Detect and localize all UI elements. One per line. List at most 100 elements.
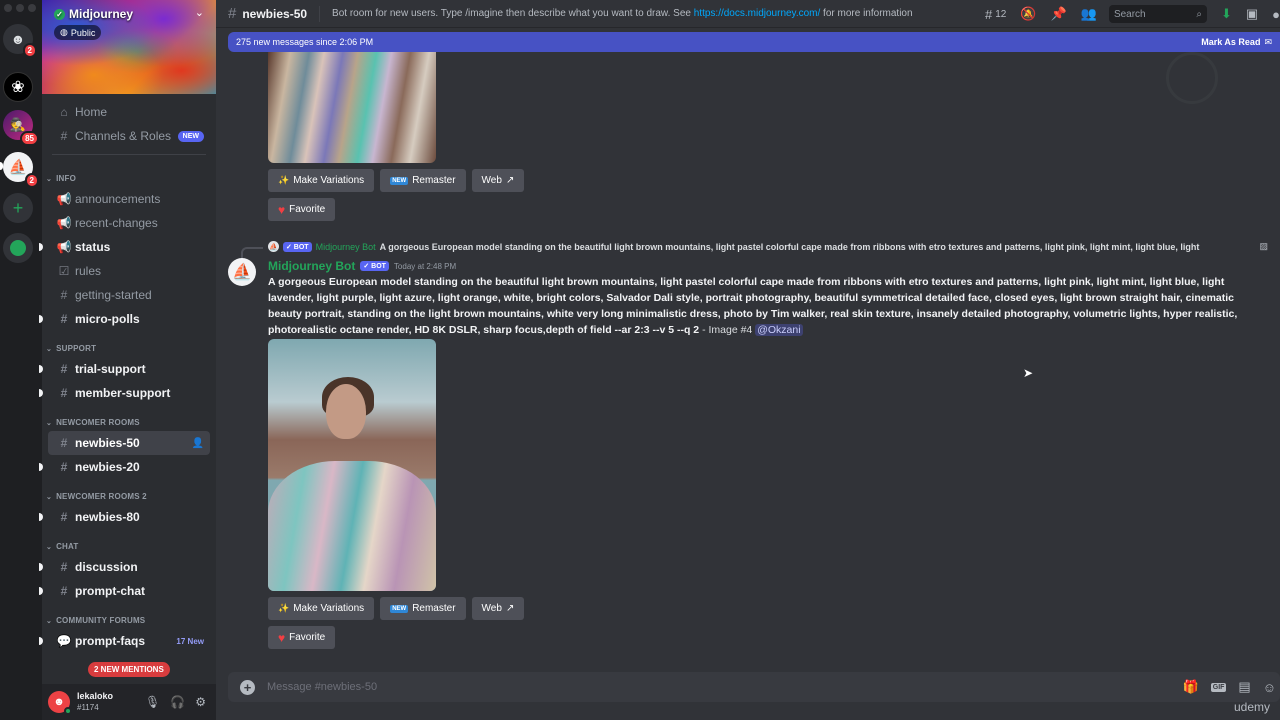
category-chat[interactable]: ⌄ CHAT — [42, 529, 216, 555]
mark-as-read-button[interactable]: Mark As Read — [1201, 37, 1260, 47]
channel-newbies-80[interactable]: # newbies-80 — [39, 505, 216, 529]
channel-newbies-50[interactable]: # newbies-50 👤 — [48, 431, 210, 455]
hash-thread-icon: # — [60, 510, 68, 524]
nav-home[interactable]: ⌂ Home — [42, 100, 216, 124]
explore-servers-button[interactable] — [3, 233, 33, 263]
channel-member-support[interactable]: # member-support — [39, 381, 216, 405]
channel-getting-started[interactable]: # getting-started — [42, 283, 216, 307]
channel-status[interactable]: 📢 status — [39, 235, 216, 259]
channel-trial-support[interactable]: # trial-support — [39, 357, 216, 381]
notification-settings-button[interactable]: 🔕 — [1020, 6, 1036, 22]
mark-read-icon: ✉ — [1264, 36, 1272, 47]
sticker-icon[interactable]: ▤ — [1238, 679, 1250, 695]
category-newcomer-rooms-2[interactable]: ⌄ NEWCOMER ROOMS 2 — [42, 479, 216, 505]
message-composer[interactable]: + Message #newbies-50 🎁 GIF ▤ ☺ — [228, 672, 1280, 702]
checkbox-icon: ☑ — [58, 264, 70, 278]
unread-indicator — [39, 513, 43, 521]
generated-image-previous[interactable] — [268, 52, 436, 163]
hash-thread-icon: # — [60, 436, 68, 450]
favorite-button[interactable]: ♥ Favorite — [268, 198, 336, 221]
discord-logo-icon: ☻ — [10, 31, 26, 47]
headphones-icon[interactable]: 🎧 — [170, 695, 185, 709]
channel-discussion[interactable]: # discussion — [39, 555, 216, 579]
emoji-icon[interactable]: ☺ — [1263, 680, 1276, 695]
button-label: Favorite — [289, 632, 326, 643]
channel-micro-polls[interactable]: # micro-polls — [39, 307, 216, 331]
channel-rules[interactable]: ☑ rules — [42, 259, 216, 283]
docs-link[interactable]: https://docs.midjourney.com/ — [694, 8, 821, 19]
nav-home-label: Home — [75, 105, 108, 119]
channel-announcements[interactable]: 📢 announcements — [42, 187, 216, 211]
reply-reference[interactable]: ⛵ ✓ BOT Midjourney Bot A gorgeous Europe… — [268, 241, 1268, 252]
threads-button[interactable]: #12 — [985, 7, 1006, 22]
minimize-dot[interactable] — [16, 4, 24, 12]
home-server-button[interactable]: ☻ 2 — [3, 24, 37, 58]
inbox-button[interactable]: ▣ — [1246, 6, 1258, 22]
hash-thread-icon: # — [228, 5, 237, 22]
channels-roles-icon: # — [60, 129, 68, 143]
user-panel: ☻ lekaloko #1174 🎙 🎧 ⚙ — [42, 684, 216, 720]
category-label: SUPPORT — [56, 344, 97, 353]
server-header[interactable]: ✓ Midjourney — [54, 7, 133, 21]
server-midjourney[interactable]: ⛵ 2 — [3, 152, 39, 188]
nav-channels-roles[interactable]: # Channels & Roles NEW — [42, 124, 216, 148]
message-input[interactable]: Message #newbies-50 — [267, 681, 377, 693]
user-mention[interactable]: @Okzani — [755, 324, 803, 336]
help-button[interactable]: ● — [1272, 7, 1280, 22]
remaster-button[interactable]: NEW Remaster — [380, 169, 466, 192]
search-input[interactable]: Search ⌕ — [1108, 5, 1207, 23]
chevron-icon: ⌄ — [46, 544, 53, 551]
server-banner[interactable]: ✓ Midjourney ◍ Public ⌄ — [42, 0, 216, 94]
bot-badge: ✓ BOT — [283, 241, 312, 252]
new-messages-bar[interactable]: 275 new messages since 2:06 PM Mark As R… — [228, 32, 1280, 52]
new-mentions-pill[interactable]: 2 NEW MENTIONS — [88, 662, 170, 677]
category-newcomer-rooms[interactable]: ⌄ NEWCOMER ROOMS — [42, 405, 216, 431]
gear-icon[interactable]: ⚙ — [195, 695, 206, 709]
generated-image[interactable] — [268, 339, 436, 591]
microphone-icon[interactable]: 🎙 — [145, 695, 160, 709]
channel-recent-changes[interactable]: 📢 recent-changes — [42, 211, 216, 235]
channel-prompt-faqs[interactable]: 💬 prompt-faqs 17 New — [39, 629, 216, 653]
button-label: Make Variations — [293, 603, 365, 614]
server-incognito[interactable]: 🕵 85 — [3, 110, 39, 146]
author-avatar[interactable]: ⛵ — [228, 258, 256, 286]
server-chatgpt[interactable]: ❀ — [3, 72, 33, 102]
message-author[interactable]: Midjourney Bot — [268, 259, 355, 273]
sailboat-icon: ⛵ — [232, 264, 252, 281]
channel-label: trial-support — [75, 362, 146, 376]
web-button[interactable]: Web ↗ — [471, 169, 525, 192]
channel-newbies-20[interactable]: # newbies-20 — [39, 455, 216, 479]
member-list-button[interactable]: 👥 — [1081, 6, 1097, 22]
search-icon: ⌕ — [1196, 8, 1202, 20]
web-button[interactable]: Web ↗ — [471, 597, 525, 620]
category-support[interactable]: ⌄ SUPPORT — [42, 331, 216, 357]
pinned-messages-button[interactable]: 📌 — [1051, 6, 1067, 22]
invite-member-icon[interactable]: 👤 — [192, 438, 204, 449]
unread-indicator — [39, 587, 43, 595]
members-icon: 👥 — [1080, 6, 1097, 21]
download-button[interactable]: ⬇ — [1221, 6, 1232, 22]
chat-area: # newbies-50 Bot room for new users. Typ… — [216, 0, 1280, 720]
reply-text: A gorgeous European model standing on th… — [379, 241, 1200, 252]
gif-icon[interactable]: GIF — [1210, 682, 1227, 692]
make-variations-button[interactable]: ✨ Make Variations — [268, 169, 375, 192]
make-variations-button[interactable]: ✨ Make Variations — [268, 597, 375, 620]
close-dot[interactable] — [4, 4, 12, 12]
channel-label: discussion — [75, 560, 138, 574]
gift-icon[interactable]: 🎁 — [1183, 679, 1199, 695]
channel-topic[interactable]: Bot room for new users. Type /imagine th… — [332, 8, 913, 19]
hash-thread-icon: # — [60, 460, 68, 474]
category-info[interactable]: ⌄ INFO — [42, 161, 216, 187]
remaster-button[interactable]: NEW Remaster — [380, 597, 466, 620]
attach-plus-icon[interactable]: + — [240, 679, 255, 695]
favorite-button[interactable]: ♥ Favorite — [268, 626, 336, 649]
category-community-forums[interactable]: ⌄ COMMUNITY FORUMS — [42, 603, 216, 629]
add-server-button[interactable]: + — [3, 193, 33, 223]
username: lekaloko — [77, 691, 114, 701]
user-avatar[interactable]: ☻ — [48, 691, 72, 715]
server-badge: 2 — [24, 173, 39, 188]
chevron-down-icon[interactable]: ⌄ — [195, 6, 204, 19]
sailboat-icon: ⛵ — [8, 159, 28, 176]
zoom-dot[interactable] — [28, 4, 36, 12]
channel-prompt-chat[interactable]: # prompt-chat — [39, 579, 216, 603]
